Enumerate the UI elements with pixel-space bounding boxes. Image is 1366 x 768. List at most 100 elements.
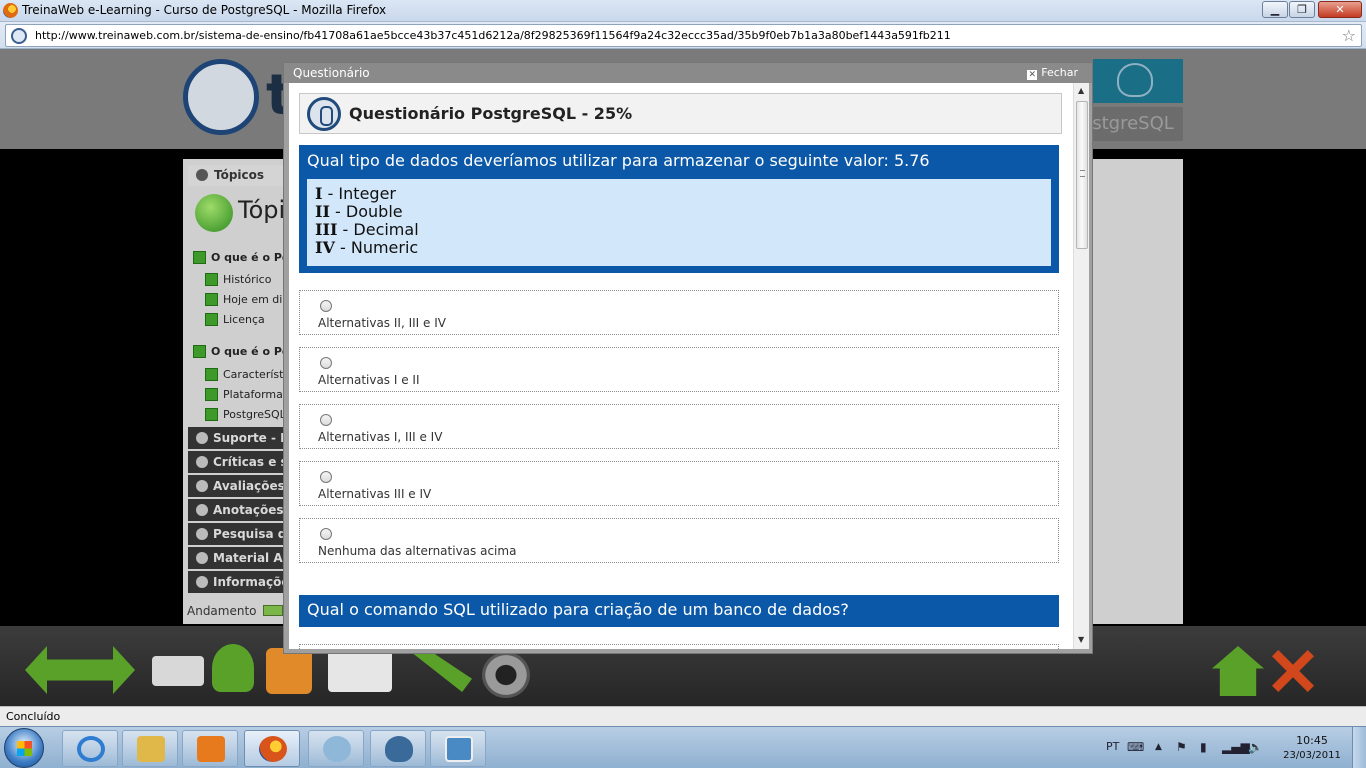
scroll-up-icon[interactable]: ▲ [1078,86,1084,95]
media-icon[interactable] [482,652,530,698]
answer-option[interactable]: Alternativas III e IV [299,461,1059,506]
answer-option[interactable]: Alternativas II, III e IV [299,290,1059,335]
answer-option[interactable]: Nenhuma das alternativas acima [299,518,1059,563]
bookmark-star-icon[interactable]: ☆ [1342,26,1356,45]
mouse-logo-icon [307,97,341,131]
home-icon[interactable] [1212,646,1264,696]
window-title: TreinaWeb e-Learning - Curso de PostgreS… [22,3,387,17]
forward-arrow-icon[interactable] [80,646,135,694]
checkbox-icon [205,313,218,326]
option-label[interactable]: Nenhuma das alternativas acima [318,544,516,558]
close-icon[interactable]: ✕ [1027,70,1038,80]
user-edit-icon[interactable] [212,644,254,692]
radio-button[interactable] [320,300,332,312]
question-1: Qual tipo de dados deveríamos utilizar p… [299,145,1059,273]
show-desktop-button[interactable] [1352,727,1366,768]
chevron-down-icon [196,480,208,492]
sidebar-group[interactable]: O que é o PostgreSQL? [193,345,293,358]
back-arrow-icon[interactable] [25,646,80,694]
power-icon[interactable]: ▮ [1200,740,1207,754]
sidebar-category[interactable]: Informações [188,571,293,593]
arrow-icon [196,169,208,181]
checkbox-icon [205,368,218,381]
taskbar-item[interactable] [62,730,118,767]
notebook-icon[interactable] [328,648,392,692]
ruler-icon[interactable] [406,648,472,692]
sidebar-item[interactable]: Características [205,368,293,381]
answer-option[interactable] [299,644,1059,649]
questionnaire-modal: Questionário ✕ Fechar Questionário Postgr… [283,62,1093,654]
ambulance-icon[interactable] [152,656,204,686]
radio-button[interactable] [320,414,332,426]
chevron-down-icon [196,528,208,540]
status-bar: Concluído [0,706,1366,726]
taskbar-item[interactable] [244,730,300,767]
clock-time[interactable]: 10:45 [1282,734,1342,747]
paint-icon [323,736,351,762]
sidebar-item[interactable]: Licença [205,313,265,326]
option-label[interactable]: Alternativas III e IV [318,487,431,501]
show-hidden-icons-icon[interactable]: ▲ [1155,742,1162,752]
checkbox-icon [205,388,218,401]
close-window-button[interactable]: ✕ [1318,1,1362,18]
language-indicator[interactable]: PT [1106,740,1119,753]
sidebar-group[interactable]: O que é o PostgreSQL? [193,251,293,264]
postgresql-icon [385,736,413,762]
media-player-icon [197,736,225,762]
sidebar-category[interactable]: Críticas e sugestões [188,451,293,473]
site-identity-icon[interactable] [11,28,27,44]
start-button[interactable] [4,728,44,768]
action-center-flag-icon[interactable]: ⚑ [1176,740,1187,754]
sidebar-category[interactable]: Avaliações [188,475,293,497]
url-bar[interactable]: http://www.treinaweb.com.br/sistema-de-e… [5,24,1362,47]
option-label[interactable]: Alternativas II, III e IV [318,316,446,330]
answer-option[interactable]: Alternativas I e II [299,347,1059,392]
answer-option[interactable]: Alternativas I, III e IV [299,404,1059,449]
radio-button[interactable] [320,471,332,483]
modal-header: Questionário ✕ Fechar [284,63,1092,83]
sidebar-item[interactable]: Plataformas [205,388,289,401]
sidebar: Tópicos Tópicos O que é o PostgreSQL? Hi… [183,159,293,624]
volume-icon[interactable]: 🔈 [1248,740,1263,754]
clock-date[interactable]: 23/03/2011 [1276,750,1348,761]
sidebar-header[interactable]: Tópicos [188,165,293,186]
grip-icon [1080,170,1085,177]
taskbar-item[interactable] [122,730,178,767]
taskbar-item[interactable] [182,730,238,767]
close-modal-button[interactable]: ✕ Fechar [1027,66,1078,80]
radio-button[interactable] [320,357,332,369]
progress-label: Andamento [187,604,257,618]
exit-icon[interactable] [1272,650,1314,692]
notes-icon[interactable] [266,648,312,694]
option-label[interactable]: Alternativas I, III e IV [318,430,442,444]
question-text: Qual tipo de dados deveríamos utilizar p… [307,151,930,170]
progress-bar [263,605,283,616]
sidebar-category[interactable]: Anotações [188,499,293,521]
taskbar-item[interactable] [430,730,486,767]
taskbar-item[interactable] [308,730,364,767]
sidebar-category[interactable]: Pesquisa de satisfação [188,523,293,545]
chevron-down-icon [196,576,208,588]
scroll-thumb[interactable] [1076,101,1088,249]
sidebar-category[interactable]: Suporte - PostgreSQL [188,427,293,449]
chevron-down-icon [196,456,208,468]
taskbar-item[interactable] [370,730,426,767]
modal-body: Questionário PostgreSQL - 25% Qual tipo … [289,83,1073,649]
sidebar-item[interactable]: PostgreSQL [205,408,286,421]
network-icon[interactable]: ▂▄▆ [1222,740,1250,754]
keyboard-icon[interactable]: ⌨ [1127,740,1144,754]
question-detail: I - Integer II - Double III - Decimal IV… [307,179,1051,266]
sidebar-item[interactable]: Hoje em dia [205,293,289,306]
radio-button[interactable] [320,528,332,540]
sidebar-category[interactable]: Material Adicional [188,547,293,569]
detail-line: III - Decimal [315,220,419,239]
sidebar-item[interactable]: Histórico [205,273,271,286]
url-text[interactable]: http://www.treinaweb.com.br/sistema-de-e… [35,29,951,42]
maximize-button[interactable]: ❐ [1289,1,1315,18]
option-label[interactable]: Alternativas I e II [318,373,420,387]
modal-scrollbar[interactable]: ▲ ▼ [1073,83,1089,649]
checkbox-icon [205,293,218,306]
minimize-button[interactable]: ▁ [1262,1,1288,18]
scroll-down-icon[interactable]: ▼ [1078,635,1084,644]
navigation-bar: http://www.treinaweb.com.br/sistema-de-e… [0,22,1366,49]
